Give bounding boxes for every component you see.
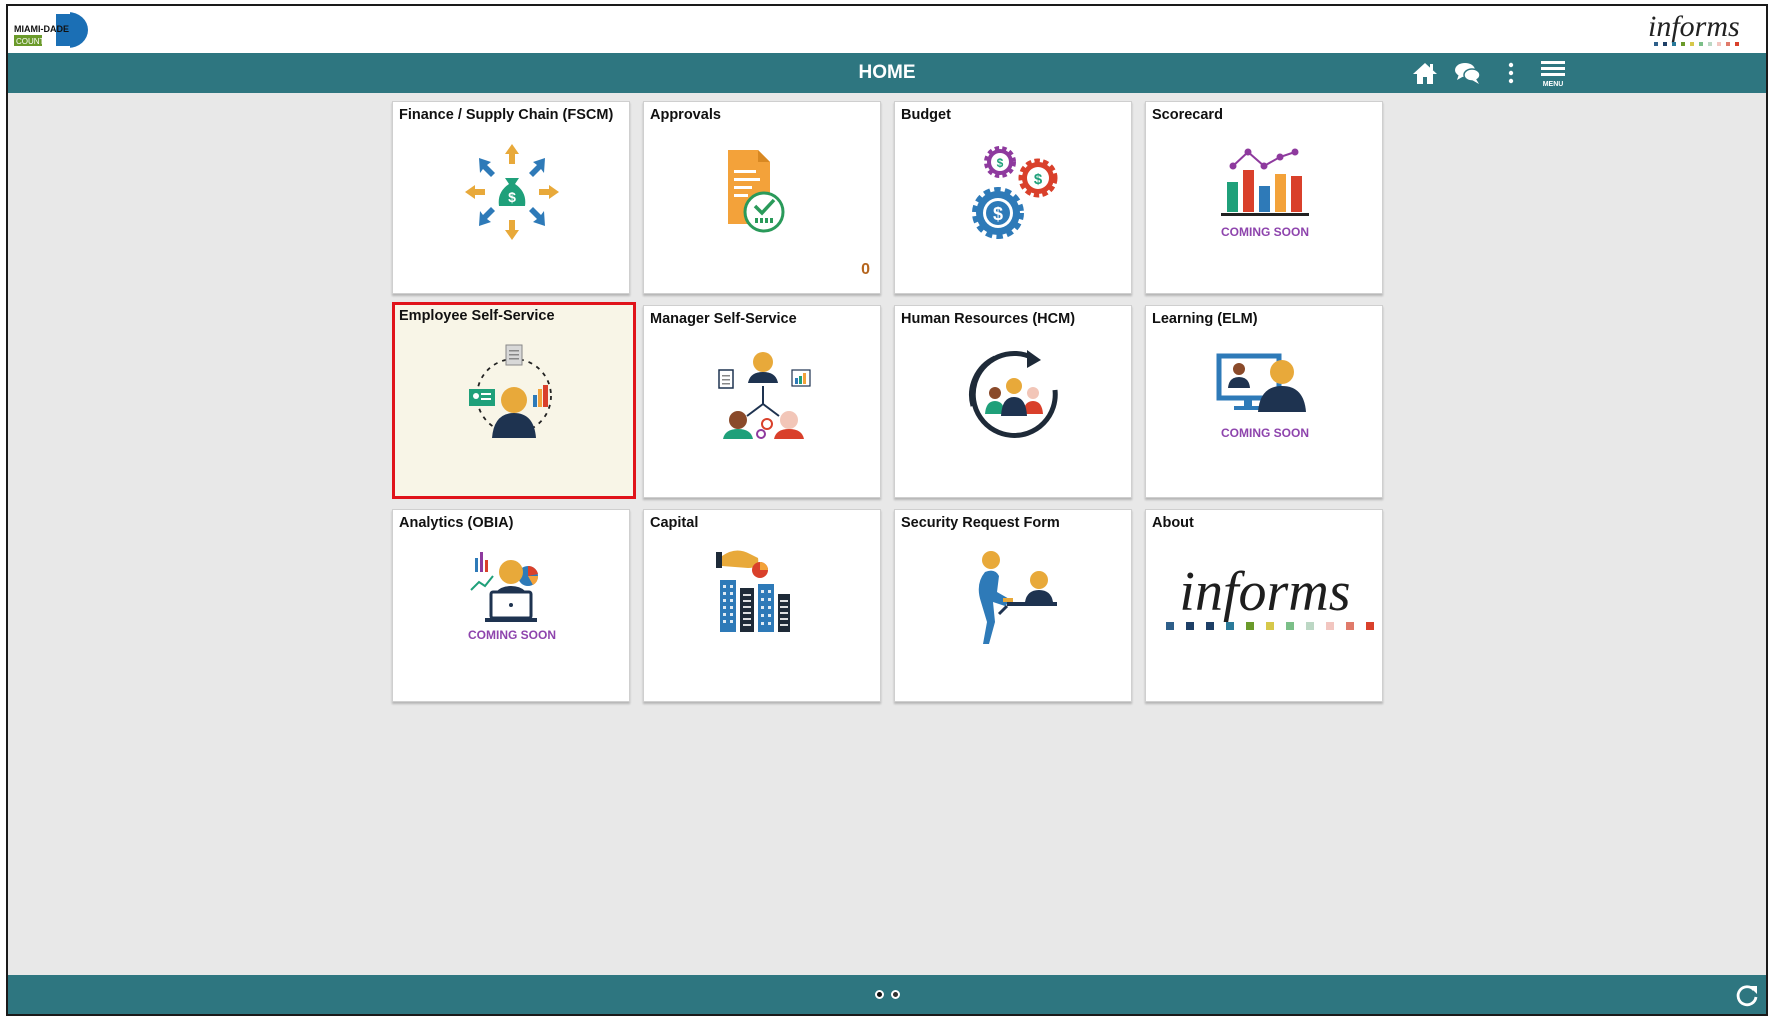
svg-text:informs: informs [1648, 10, 1740, 43]
svg-text:COMING SOON: COMING SOON [468, 628, 556, 642]
svg-text:COMING SOON: COMING SOON [1221, 426, 1309, 440]
footer-bar [8, 975, 1766, 1014]
dollar-gears-icon: $ $ $ [972, 146, 1058, 239]
tile-human-resources[interactable]: Human Resources (HCM) [894, 305, 1132, 498]
refresh-icon[interactable] [1734, 982, 1760, 1008]
chat-icon[interactable] [1454, 59, 1482, 87]
bar-chart-icon: COMING SOON [1221, 148, 1309, 239]
tile-budget[interactable]: Budget $ $ $ [894, 101, 1132, 294]
manager-team-icon [718, 352, 811, 439]
employee-services-icon [469, 344, 552, 438]
service-desk-icon [978, 551, 1057, 644]
informs-about-logo: informs [1166, 561, 1374, 630]
tile-analytics[interactable]: Analytics (OBIA) COMING SOON [392, 509, 630, 702]
more-options-icon[interactable] [1497, 59, 1525, 87]
tile-security-request-form[interactable]: Security Request Form [894, 509, 1132, 702]
tile-about[interactable]: About informs [1145, 509, 1383, 702]
svg-text:MIAMI-DADE: MIAMI-DADE [14, 24, 69, 34]
tile-approvals[interactable]: Approvals 0 [643, 101, 881, 294]
svg-text:COUNTY: COUNTY [16, 37, 50, 46]
svg-text:$: $ [997, 156, 1004, 170]
tile-employee-self-service[interactable]: Employee Self-Service [392, 302, 636, 499]
svg-text:informs: informs [1179, 561, 1350, 623]
home-icon[interactable] [1411, 59, 1439, 87]
nav-bar: HOME MENU [8, 53, 1766, 93]
miami-dade-county-logo: MIAMI-DADE COUNTY [12, 12, 88, 48]
online-learning-icon: COMING SOON [1216, 353, 1309, 440]
money-bag-arrows-icon: $ [465, 144, 559, 240]
analytics-person-icon: COMING SOON [468, 552, 556, 642]
approvals-count: 0 [861, 261, 870, 278]
svg-text:$: $ [508, 189, 516, 205]
tile-learning[interactable]: Learning (ELM) COMING SOON [1145, 305, 1383, 498]
informs-logo: informs [1648, 10, 1740, 46]
svg-text:$: $ [993, 204, 1003, 224]
document-check-icon [728, 150, 785, 233]
top-bar: MIAMI-DADE COUNTY informs [8, 6, 1766, 53]
page-indicator-2[interactable] [891, 990, 900, 999]
svg-text:COMING SOON: COMING SOON [1221, 225, 1309, 239]
menu-icon[interactable]: MENU [1538, 57, 1568, 89]
tile-capital[interactable]: Capital [643, 509, 881, 702]
tile-manager-self-service[interactable]: Manager Self-Service [643, 305, 881, 498]
app-window: MIAMI-DADE COUNTY informs HOME MENU Fina… [6, 4, 1768, 1016]
page-indicator-1[interactable] [875, 990, 884, 999]
svg-text:MENU: MENU [1543, 81, 1564, 88]
hr-cycle-people-icon [969, 350, 1058, 438]
tile-scorecard[interactable]: Scorecard COMING SOON [1145, 101, 1383, 294]
tile-finance-supply-chain[interactable]: Finance / Supply Chain (FSCM) $ [392, 101, 630, 294]
city-buildings-icon [716, 550, 790, 632]
svg-text:$: $ [1034, 171, 1043, 188]
